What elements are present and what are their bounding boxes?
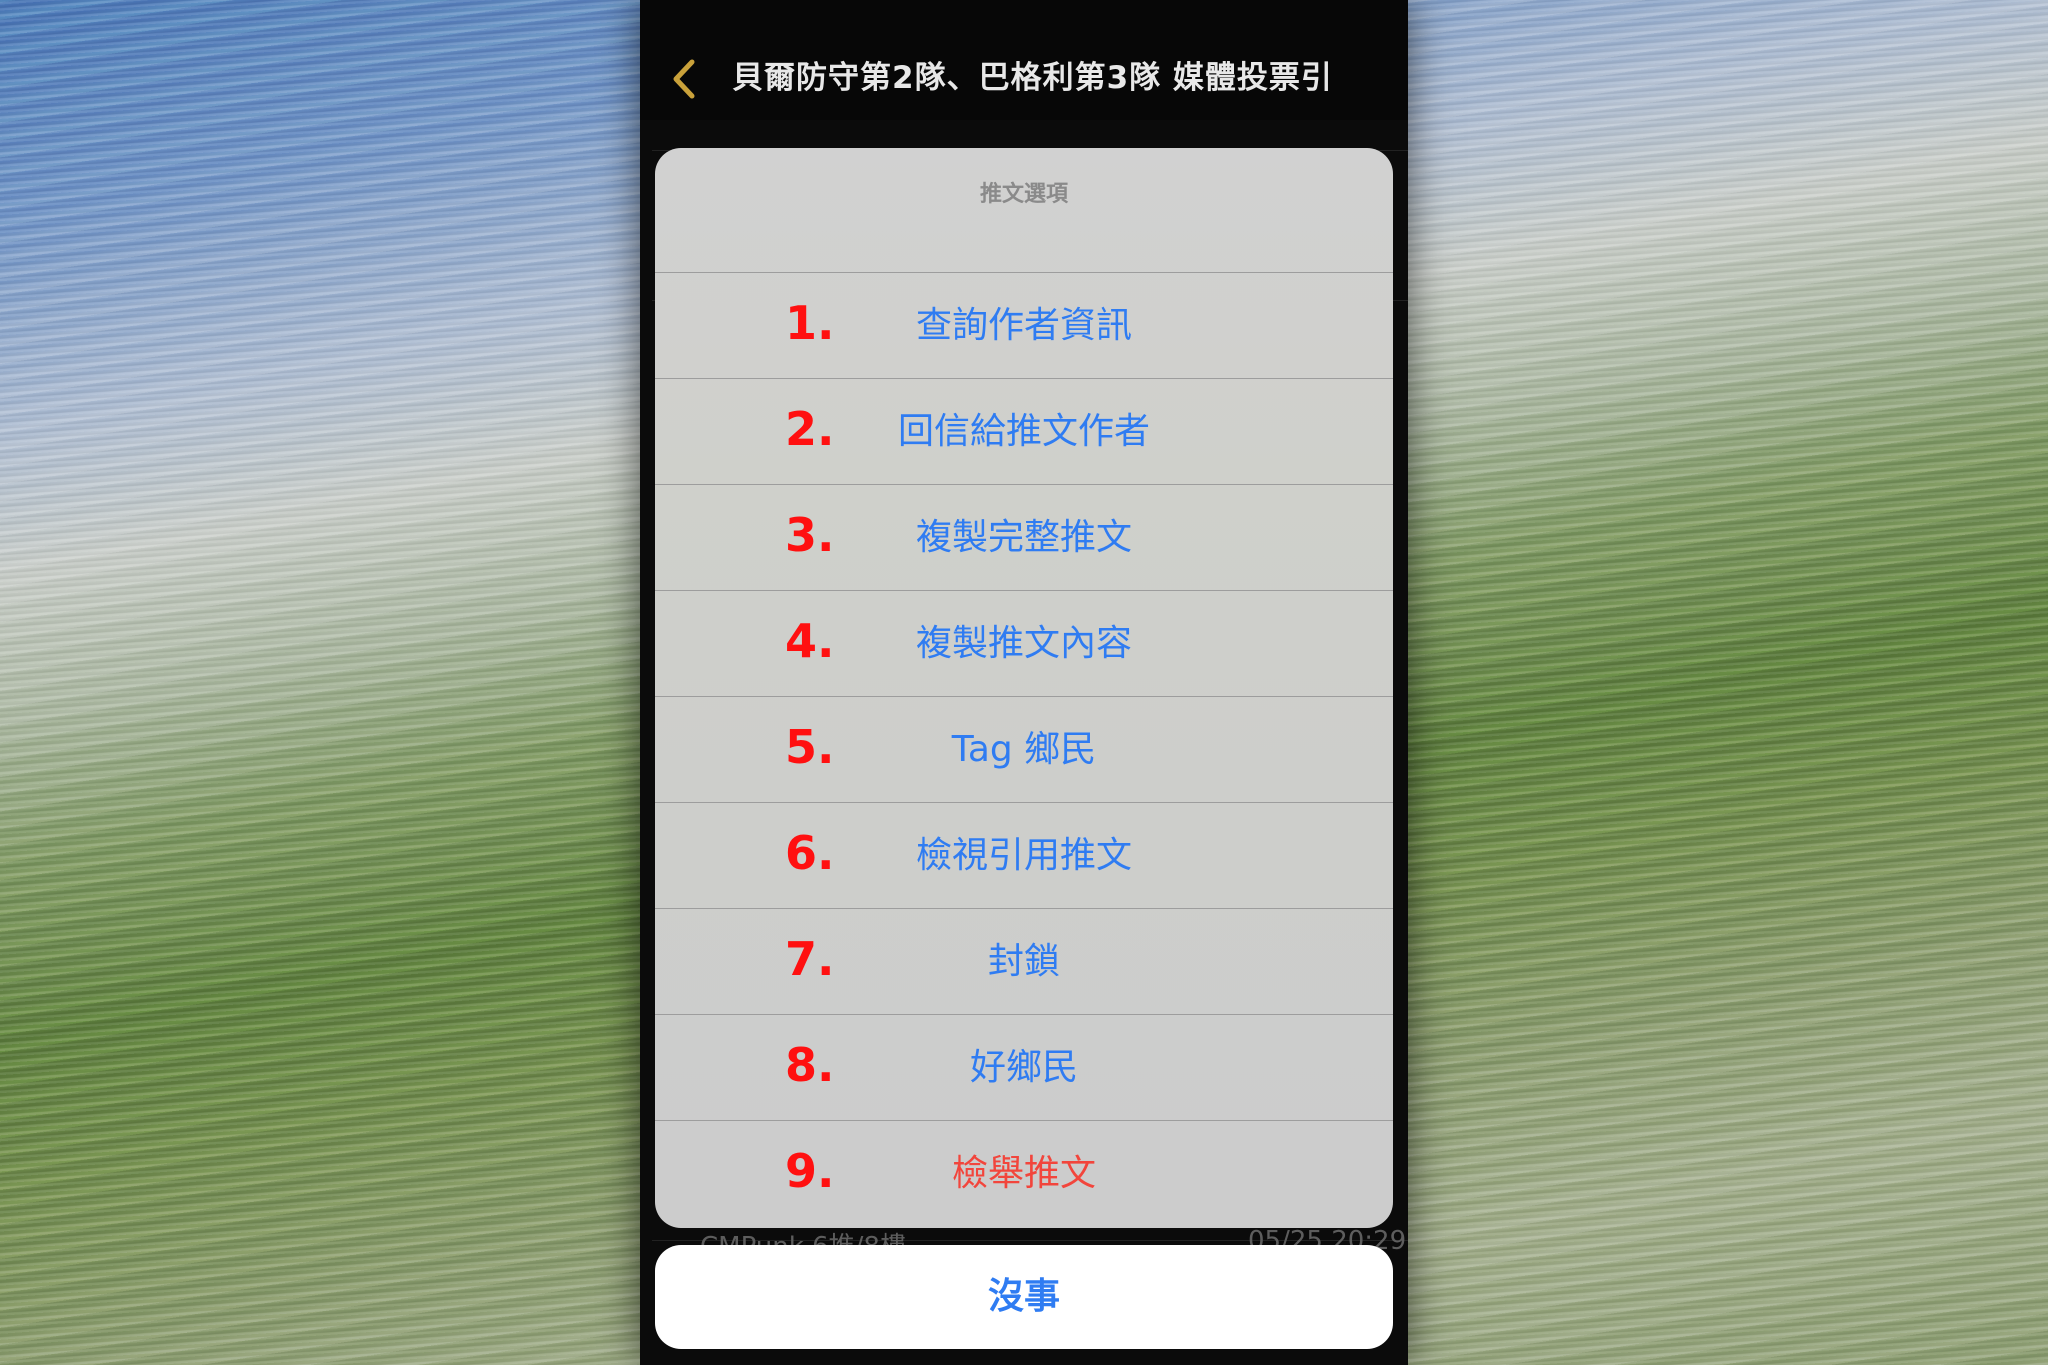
action-report-comment[interactable]: 9. 檢舉推文	[655, 1120, 1393, 1226]
action-tag-user[interactable]: 5. Tag 鄉民	[655, 696, 1393, 802]
action-label: 檢視引用推文	[915, 835, 1132, 876]
desktop-background: CMPunk 6推/8樓 05/25 20:29 貝爾防守第2隊、巴格利第3隊 …	[0, 0, 2048, 1365]
action-label: 封鎖	[987, 941, 1060, 982]
navigation-bar: 貝爾防守第2隊、巴格利第3隊 媒體投票引	[640, 0, 1408, 120]
action-label: 查詢作者資訊	[915, 305, 1132, 346]
action-label: 複製推文內容	[915, 623, 1132, 664]
action-sheet-title: 推文選項	[979, 182, 1068, 207]
action-label: 回信給推文作者	[897, 411, 1150, 452]
cancel-button[interactable]: 沒事	[655, 1245, 1393, 1349]
action-label: Tag 鄉民	[951, 729, 1097, 770]
action-block[interactable]: 7. 封鎖	[655, 908, 1393, 1014]
action-copy-comment-content[interactable]: 4. 複製推文內容	[655, 590, 1393, 696]
chevron-left-icon[interactable]	[666, 56, 700, 102]
action-label: 好鄉民	[969, 1047, 1078, 1088]
action-label: 複製完整推文	[915, 517, 1132, 558]
action-good-user[interactable]: 8. 好鄉民	[655, 1014, 1393, 1120]
action-copy-full-comment[interactable]: 3. 複製完整推文	[655, 484, 1393, 590]
action-query-author-info[interactable]: 1. 查詢作者資訊	[655, 272, 1393, 378]
action-reply-to-author[interactable]: 2. 回信給推文作者	[655, 378, 1393, 484]
action-sheet: 推文選項 1. 查詢作者資訊 2. 回信給推文作者 3. 複製完整推文 4. 複…	[655, 148, 1393, 1228]
action-view-quoted-comment[interactable]: 6. 檢視引用推文	[655, 802, 1393, 908]
action-label: 檢舉推文	[951, 1153, 1096, 1194]
phone-screen: CMPunk 6推/8樓 05/25 20:29 貝爾防守第2隊、巴格利第3隊 …	[640, 0, 1408, 1365]
page-title: 貝爾防守第2隊、巴格利第3隊 媒體投票引	[732, 60, 1333, 96]
